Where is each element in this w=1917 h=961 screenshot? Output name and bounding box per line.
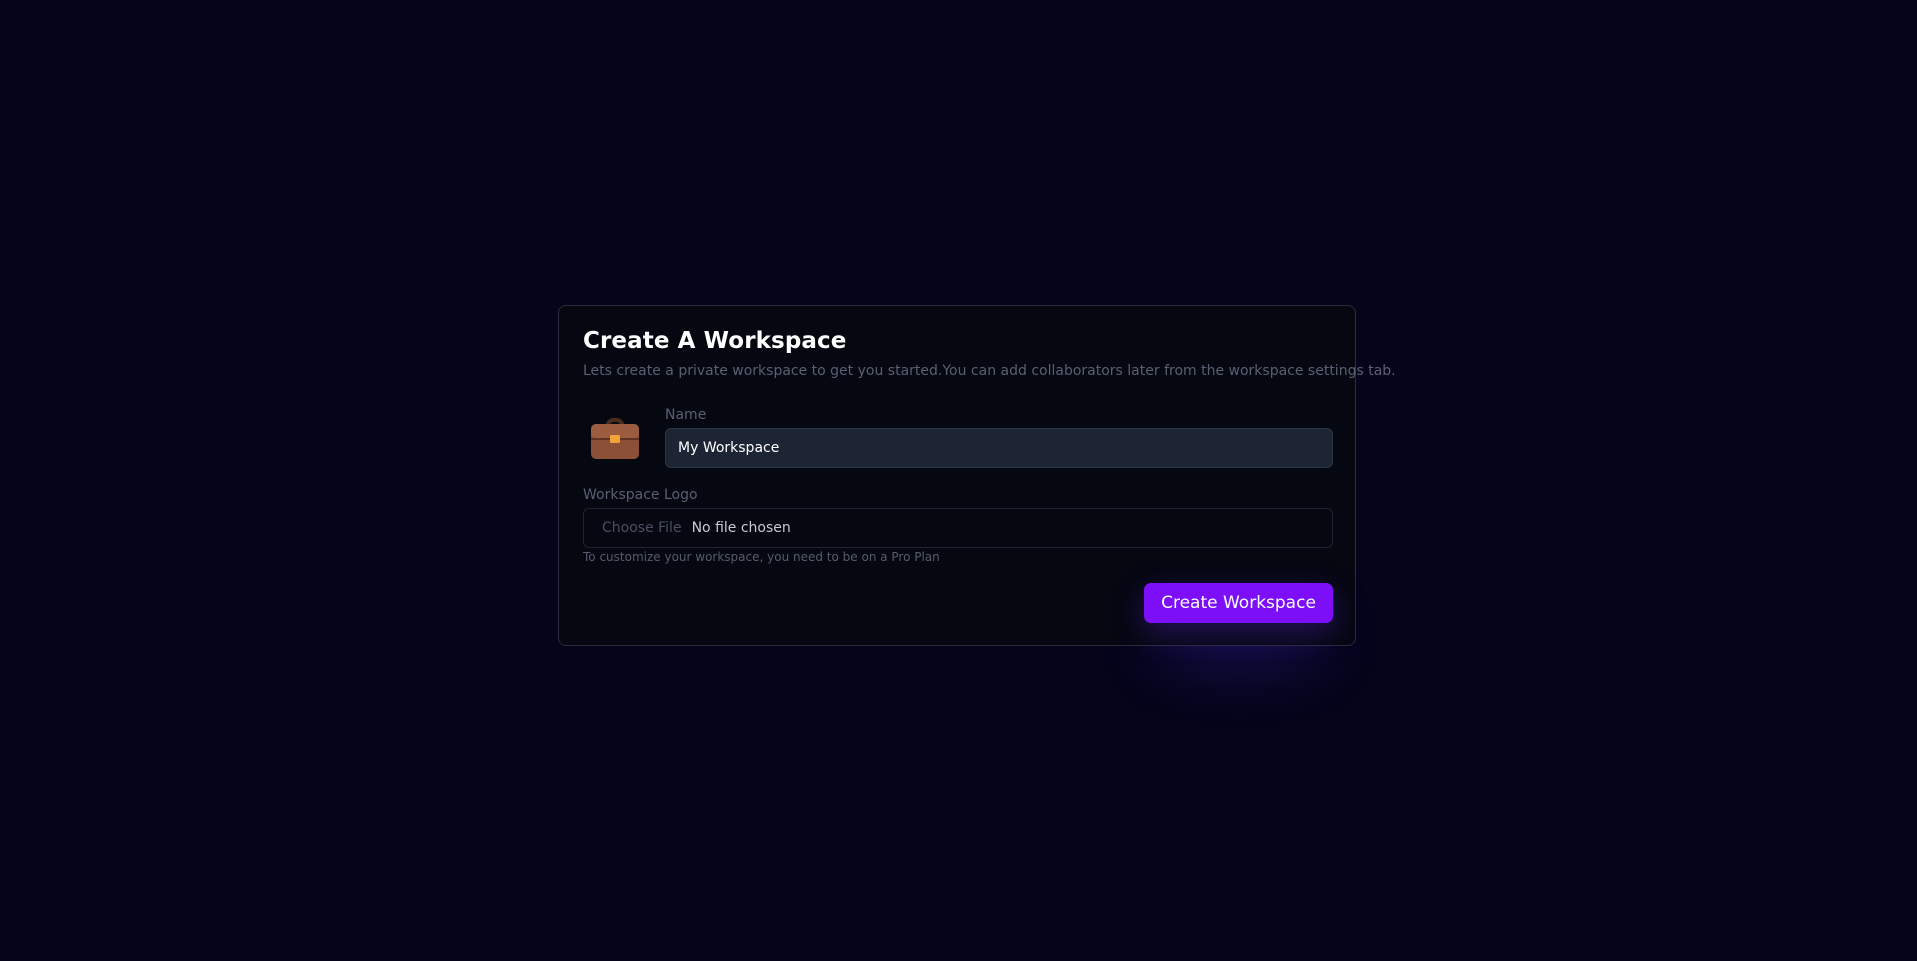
dialog-title: Create A Workspace bbox=[583, 328, 847, 354]
dialog-subtitle: Lets create a private workspace to get y… bbox=[583, 363, 1396, 379]
file-status: No file chosen bbox=[691, 520, 791, 536]
workspace-logo-file-input[interactable]: Choose File No file chosen bbox=[583, 508, 1333, 548]
briefcase-icon[interactable] bbox=[589, 415, 641, 461]
workspace-logo-label: Workspace Logo bbox=[583, 487, 698, 503]
name-label: Name bbox=[665, 407, 707, 423]
pro-plan-hint: To customize your workspace, you need to… bbox=[583, 550, 940, 564]
create-workspace-button[interactable]: Create Workspace bbox=[1144, 583, 1333, 623]
create-workspace-dialog: Create A Workspace Lets create a private… bbox=[558, 305, 1396, 646]
workspace-name-input[interactable] bbox=[665, 428, 1333, 468]
page: Create A Workspace Lets create a private… bbox=[0, 0, 1917, 961]
choose-file-button[interactable]: Choose File bbox=[602, 520, 682, 536]
